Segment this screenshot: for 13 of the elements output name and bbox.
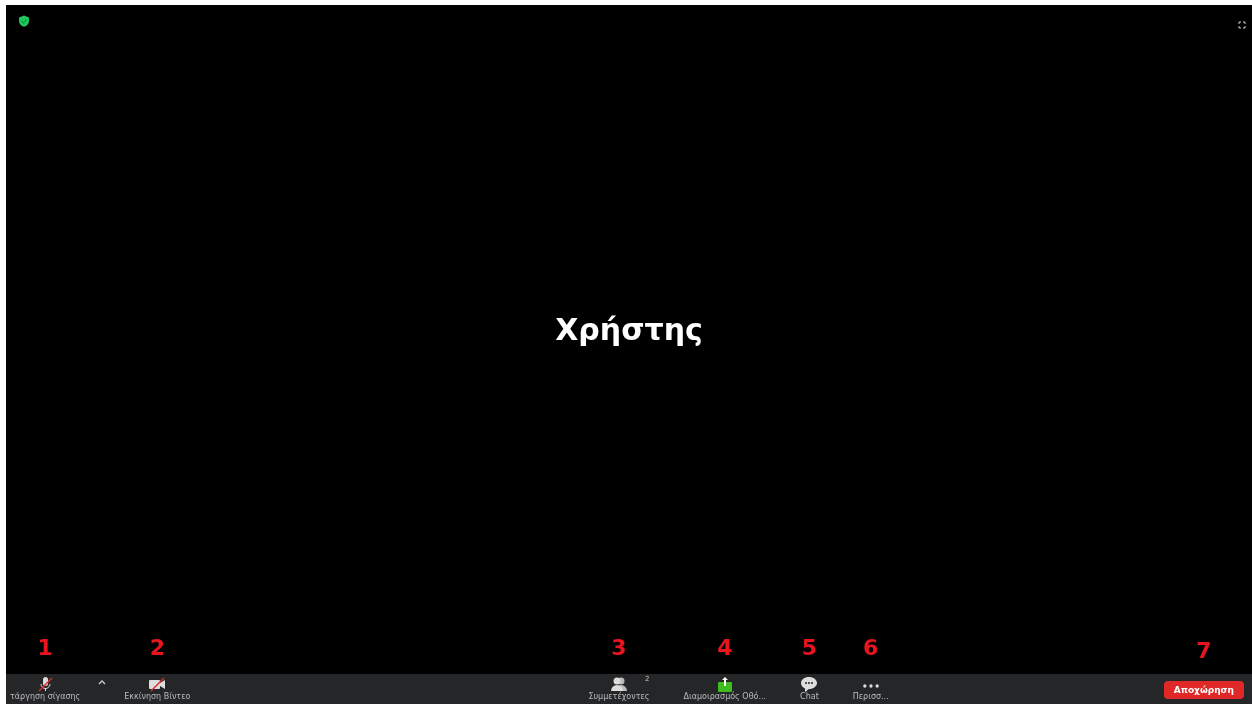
annotation-number: 5 <box>801 635 818 660</box>
annotation-number: 4 <box>717 635 733 660</box>
participant-name: Χρήστης <box>555 312 703 347</box>
more-icon <box>862 684 879 688</box>
people-icon <box>610 676 628 692</box>
annotation-number: 6 <box>863 635 879 660</box>
share-screen-icon <box>715 676 734 692</box>
annotation-number: 3 <box>611 635 627 660</box>
annotation-number: 7 <box>1196 638 1212 663</box>
shield-icon <box>18 15 30 27</box>
fullscreen-exit-icon[interactable] <box>1238 21 1246 29</box>
annotation-number: 2 <box>149 635 165 660</box>
annotation-number: 1 <box>37 635 53 660</box>
